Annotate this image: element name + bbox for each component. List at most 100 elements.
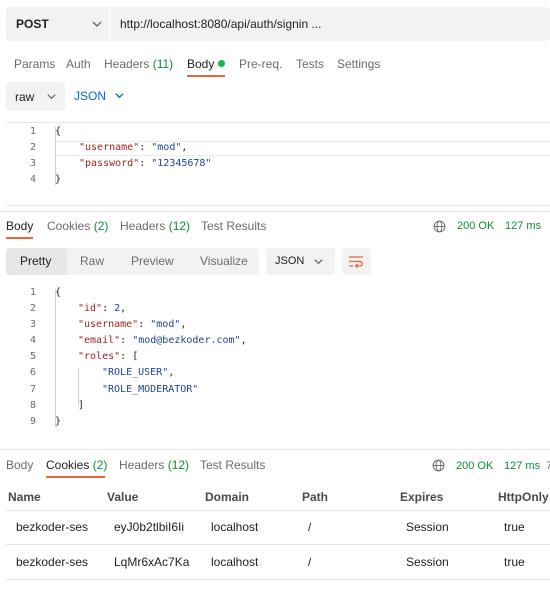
json-key: "id": [78, 303, 103, 314]
format-preview-button[interactable]: Preview: [131, 254, 174, 268]
json-key: "roles": [78, 351, 121, 362]
cookie-value-cell[interactable]: LqMr6xAc7Ka: [114, 555, 194, 569]
response-tab-cookies[interactable]: Cookies (2): [47, 219, 108, 233]
globe-icon[interactable]: [433, 220, 446, 233]
brace-open: {: [55, 126, 62, 137]
cookie-path-cell[interactable]: /: [308, 555, 311, 569]
cookie-expires-cell[interactable]: Session: [406, 520, 449, 534]
tab-headers[interactable]: Headers (11): [104, 57, 173, 71]
format-segmented-control: Pretty Raw Preview Visualize: [6, 248, 259, 275]
code-line: "roles": [: [78, 351, 139, 362]
brace-close: }: [55, 416, 62, 427]
tab-pre-req[interactable]: Pre-req.: [239, 57, 282, 71]
response-tab-test-results[interactable]: Test Results: [201, 219, 266, 233]
body-language-select[interactable]: JSON: [74, 89, 106, 103]
line-number: 1: [29, 287, 36, 298]
table-row-divider: [6, 544, 550, 545]
cookies-view-tab-test-results[interactable]: Test Results: [200, 458, 265, 472]
bracket-open: [: [132, 351, 139, 362]
response-tab-headers-count: (12): [168, 219, 191, 233]
cookie-httponly-cell[interactable]: true: [504, 520, 525, 534]
cookies-view-tab-cookies[interactable]: Cookies (2): [46, 458, 107, 472]
cookie-domain-cell[interactable]: localhost: [211, 555, 258, 569]
column-header-name: Name: [8, 490, 41, 504]
line-number: 2: [29, 303, 36, 314]
code-line: }: [55, 416, 61, 427]
body-mode-select[interactable]: raw: [6, 82, 65, 111]
globe-icon[interactable]: [432, 459, 445, 472]
line-number: 5: [29, 351, 36, 362]
status-code[interactable]: 200 OK: [456, 460, 493, 472]
line-number: 3: [29, 158, 36, 169]
response-tab-headers[interactable]: Headers (12): [120, 219, 190, 233]
format-pretty-button[interactable]: Pretty: [6, 248, 67, 275]
response-language-select[interactable]: JSON: [266, 248, 335, 275]
tab-auth[interactable]: Auth: [66, 57, 91, 71]
code-line: "id": 2,: [78, 303, 127, 314]
response-tab-cookies-count: (2): [93, 219, 109, 233]
cookie-expires-cell[interactable]: Session: [406, 555, 449, 569]
cookies-view-tab-body-label: Body: [6, 458, 34, 472]
line-number: 9: [29, 416, 36, 427]
format-visualize-button[interactable]: Visualize: [200, 254, 248, 268]
body-indicator-dot: [218, 60, 226, 67]
column-header-expires: Expires: [400, 490, 444, 504]
cookie-domain-cell[interactable]: localhost: [211, 520, 258, 534]
wrap-lines-button[interactable]: [342, 248, 371, 275]
code-line: "ROLE_USER",: [102, 367, 175, 378]
table-row-divider: [6, 510, 550, 511]
format-raw-button[interactable]: Raw: [80, 254, 104, 268]
line-number: 4: [29, 174, 36, 185]
table-row-divider: [6, 579, 550, 580]
tab-pre-req-label: Pre-req.: [239, 57, 283, 71]
cookie-value-cell[interactable]: eyJ0b2tlbiI6Ii: [114, 520, 194, 534]
chevron-down-icon: [47, 94, 56, 100]
code-line: {: [55, 126, 61, 137]
response-tab-body-label: Body: [6, 219, 34, 233]
line-number: 4: [29, 335, 36, 346]
cookie-httponly-cell[interactable]: true: [504, 555, 525, 569]
code-line: "username": "mod",: [79, 142, 188, 153]
column-header-value: Value: [107, 490, 139, 504]
tab-body[interactable]: Body: [187, 57, 226, 71]
json-key: "username": [79, 142, 140, 153]
pane-divider[interactable]: [0, 449, 550, 450]
response-tab-test-results-label: Test Results: [201, 219, 267, 233]
code-line: "ROLE_MODERATOR": [102, 384, 198, 395]
code-line: "password": "12345678": [79, 158, 212, 169]
code-line: "username": "mod",: [78, 319, 187, 330]
active-tab-underline: [6, 237, 33, 239]
wrap-lines-icon: [349, 256, 363, 269]
status-code[interactable]: 200 OK: [457, 220, 494, 232]
active-tab-underline: [46, 476, 105, 478]
column-header-httponly: HttpOnly: [498, 490, 549, 504]
url-input[interactable]: http://localhost:8080/api/auth/signin ..…: [120, 17, 321, 31]
pane-divider[interactable]: [0, 211, 550, 212]
cookie-name-cell[interactable]: bezkoder-ses: [16, 555, 98, 569]
tab-body-label: Body: [187, 57, 215, 71]
line-number: 1: [29, 126, 36, 137]
tab-params[interactable]: Params: [14, 57, 55, 71]
response-tab-body[interactable]: Body: [6, 219, 33, 233]
chevron-down-icon: [115, 93, 124, 99]
method-select[interactable]: POST: [6, 7, 110, 41]
response-time[interactable]: 127 ms: [504, 460, 540, 472]
tab-settings[interactable]: Settings: [337, 57, 380, 71]
cookies-view-tab-test-results-label: Test Results: [200, 458, 266, 472]
body-mode-label: raw: [15, 90, 35, 104]
line-number: 6: [29, 367, 36, 378]
cookies-view-tab-headers[interactable]: Headers (12): [119, 458, 189, 472]
cookie-path-cell[interactable]: /: [308, 520, 311, 534]
json-value: "ROLE_MODERATOR": [102, 384, 199, 395]
line-number: 7: [29, 384, 36, 395]
active-tab-underline: [187, 75, 225, 77]
response-time[interactable]: 127 ms: [505, 220, 541, 232]
cookie-name-cell[interactable]: bezkoder-ses: [16, 520, 98, 534]
tab-tests[interactable]: Tests: [296, 57, 324, 71]
cookies-view-tab-cookies-label: Cookies: [46, 458, 90, 472]
cookies-view-tab-cookies-count: (2): [92, 458, 108, 472]
chevron-down-icon: [314, 259, 323, 265]
cookies-view-tab-body[interactable]: Body: [6, 458, 33, 472]
code-line: ]: [78, 400, 84, 411]
json-value: "ROLE_USER": [102, 367, 169, 378]
